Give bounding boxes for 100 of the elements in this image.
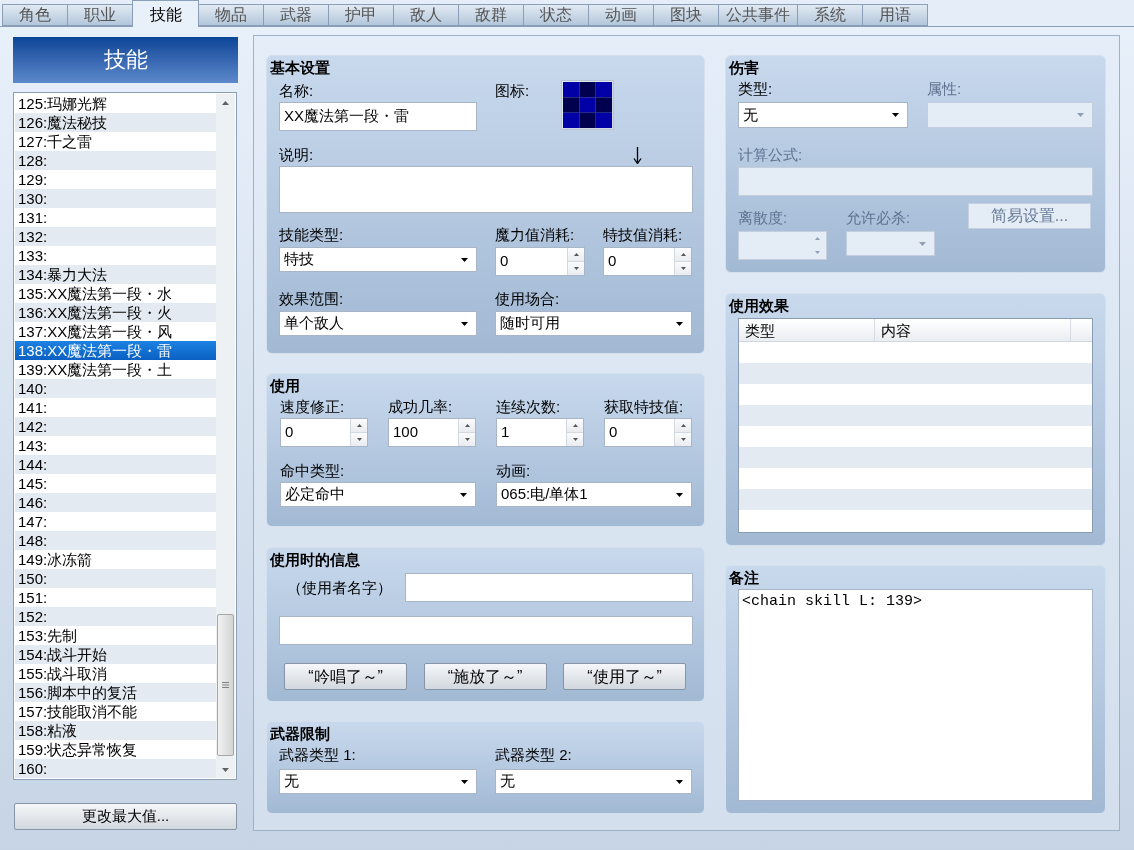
tab[interactable]: 敌人	[393, 4, 459, 26]
down-caret-icon	[573, 267, 579, 270]
message-field[interactable]	[279, 616, 693, 645]
down-caret-icon	[222, 767, 229, 772]
spin-up-button[interactable]	[566, 419, 583, 433]
list-item[interactable]: 146:	[15, 493, 216, 512]
tab[interactable]: 系统	[797, 4, 863, 26]
dropdown[interactable]: 无	[738, 102, 908, 128]
spin-up-button[interactable]	[674, 248, 691, 262]
tab[interactable]: 公共事件	[718, 4, 798, 26]
group-title: 使用时的信息	[270, 551, 360, 569]
down-caret-icon	[572, 438, 578, 441]
list-item[interactable]: 126:魔法秘技	[15, 113, 216, 132]
down-caret-icon	[815, 250, 820, 254]
down-caret-icon	[680, 438, 686, 441]
dropdown[interactable]: 无	[279, 769, 477, 794]
up-caret-icon	[464, 424, 470, 427]
field-label: 成功几率:	[388, 398, 453, 416]
user-name-field[interactable]	[405, 573, 693, 602]
field-label: 武器类型 1:	[279, 746, 356, 764]
list-item[interactable]: 138:XX魔法第一段・雷	[15, 341, 216, 360]
list-item[interactable]: 156:脚本中的复活	[15, 683, 216, 702]
field-label: 属性:	[927, 80, 962, 98]
list-item[interactable]: 134:暴力大法	[15, 265, 216, 284]
tab[interactable]: 护甲	[328, 4, 394, 26]
list-item[interactable]: 150:	[15, 569, 216, 588]
message-template-button[interactable]: “使用了～”	[563, 663, 686, 690]
list-item[interactable]: 158:粘液	[15, 721, 216, 740]
group-title: 使用效果	[729, 297, 789, 315]
scrollbar-thumb[interactable]	[217, 614, 234, 756]
change-maximum-button[interactable]: 更改最大值...	[14, 803, 237, 830]
dropdown-caret-icon	[892, 113, 899, 117]
description-field[interactable]	[279, 166, 693, 213]
dropdown[interactable]: 单个敌人	[279, 311, 477, 336]
list-item[interactable]: 148:	[15, 531, 216, 550]
dropdown[interactable]: 随时可用	[495, 311, 692, 336]
column-header[interactable]: 类型	[739, 319, 875, 341]
up-caret-icon	[680, 424, 686, 427]
number-field[interactable]: 1	[496, 418, 584, 447]
tab[interactable]: 技能	[132, 0, 199, 27]
field-label: 名称:	[279, 82, 314, 100]
field-label: 类型:	[738, 80, 773, 98]
field-label: 速度修正:	[280, 398, 345, 416]
tab[interactable]: 物品	[198, 4, 264, 26]
list-item[interactable]: 130:	[15, 189, 216, 208]
list-item[interactable]: 144:	[15, 455, 216, 474]
number-field[interactable]: 0	[604, 418, 692, 447]
dropdown[interactable]: 065:电/单体1	[496, 482, 692, 507]
tab[interactable]: 状态	[523, 4, 589, 26]
spin-up-button[interactable]	[567, 248, 584, 262]
spin-down-button[interactable]	[674, 433, 691, 446]
dropdown-caret-icon	[676, 779, 683, 784]
dropdown-caret-icon	[676, 492, 683, 497]
list-item[interactable]: 140:	[15, 379, 216, 398]
checkered-tile-icon[interactable]	[561, 80, 614, 130]
tab[interactable]: 角色	[2, 4, 68, 26]
tab[interactable]: 动画	[588, 4, 654, 26]
spin-down-button[interactable]	[566, 433, 583, 446]
spin-down-button[interactable]	[350, 433, 367, 446]
spin-up-button[interactable]	[350, 419, 367, 433]
dropdown[interactable]: 无	[495, 769, 692, 794]
tab[interactable]: 职业	[67, 4, 133, 26]
note-field[interactable]: <chain skill L: 139>	[738, 589, 1093, 801]
tab[interactable]: 敌群	[458, 4, 524, 26]
tab[interactable]: 图块	[653, 4, 719, 26]
tab[interactable]: 武器	[263, 4, 329, 26]
down-caret-icon	[464, 438, 470, 441]
name-field[interactable]: XX魔法第一段・雷	[279, 102, 477, 131]
up-caret-icon	[356, 424, 362, 427]
dropdown-caret-icon	[461, 257, 468, 262]
number-field[interactable]: 0	[280, 418, 368, 447]
field-label: 离散度:	[738, 209, 788, 227]
list-item[interactable]: 152:	[15, 607, 216, 626]
spin-up-button[interactable]	[458, 419, 475, 433]
list-item[interactable]: 160:	[15, 759, 216, 778]
list-item[interactable]: 142:	[15, 417, 216, 436]
column-header[interactable]: 内容	[875, 319, 1071, 341]
tab[interactable]: 用语	[862, 4, 928, 26]
field-label: 魔力值消耗:	[495, 226, 575, 244]
message-template-button[interactable]: “吟唱了～”	[284, 663, 407, 690]
list-header: 技能	[13, 37, 238, 83]
spin-down-button[interactable]	[674, 262, 691, 275]
list-item[interactable]: 132:	[15, 227, 216, 246]
list-item[interactable]: 154:战斗开始	[15, 645, 216, 664]
dropdown-caret-icon	[460, 492, 467, 497]
up-caret-icon	[222, 100, 229, 105]
dropdown[interactable]: 特技	[279, 247, 477, 272]
group-title: 备注	[729, 569, 759, 587]
number-field[interactable]: 100	[388, 418, 476, 447]
spin-down-button[interactable]	[567, 262, 584, 275]
group-title: 使用	[270, 377, 300, 395]
message-template-button[interactable]: “施放了～”	[423, 663, 547, 690]
list-item[interactable]: 128:	[15, 151, 216, 170]
dropdown[interactable]: 必定命中	[280, 482, 476, 507]
spin-up-button[interactable]	[674, 419, 691, 433]
field-label: （使用者名字）	[287, 578, 392, 597]
spin-down-button[interactable]	[458, 433, 475, 446]
list-item[interactable]: 136:XX魔法第一段・火	[15, 303, 216, 322]
number-field[interactable]: 0	[603, 247, 692, 276]
number-field[interactable]: 0	[495, 247, 585, 276]
